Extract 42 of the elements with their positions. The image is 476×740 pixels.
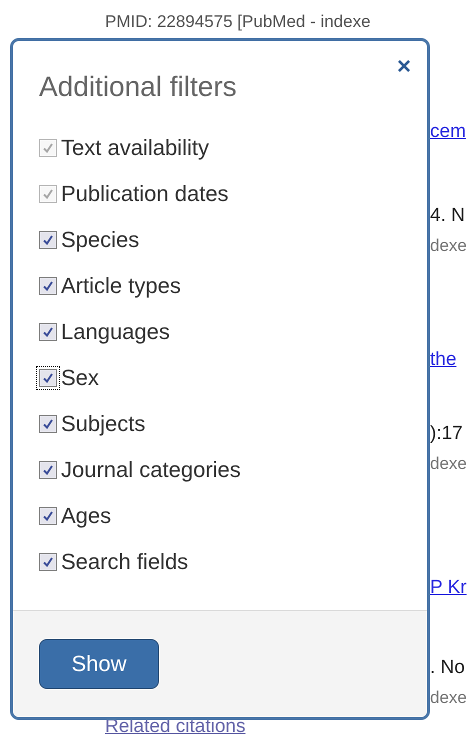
related-citations-link[interactable]: Related citations — [105, 716, 246, 738]
check-icon — [42, 234, 54, 246]
dialog-title: Additional filters — [39, 71, 238, 103]
checkbox[interactable] — [36, 458, 60, 482]
filter-label: Article types — [61, 273, 181, 299]
article-text: 4. N — [430, 204, 466, 228]
article-text: ):17 — [430, 422, 464, 446]
article-text: . No — [430, 656, 466, 680]
checkbox[interactable] — [36, 274, 60, 298]
article-link[interactable]: cem — [430, 120, 467, 144]
filter-label: Publication dates — [61, 181, 229, 207]
filter-label: Search fields — [61, 549, 188, 575]
article-link[interactable]: P Kr — [430, 576, 467, 600]
article-text: dexe — [430, 235, 467, 257]
check-icon — [42, 556, 54, 568]
filter-label: Journal categories — [61, 457, 241, 483]
close-button[interactable]: × — [396, 55, 411, 79]
checkbox[interactable] — [36, 366, 60, 390]
check-icon — [42, 510, 54, 522]
check-icon — [42, 326, 54, 338]
checkbox[interactable] — [36, 504, 60, 528]
filter-label: Subjects — [61, 411, 146, 437]
filter-label: Languages — [61, 319, 170, 345]
filter-label: Ages — [61, 503, 112, 529]
check-icon — [42, 372, 54, 384]
check-icon — [42, 464, 54, 476]
filter-label: Sex — [61, 365, 99, 391]
article-text: dexe — [430, 687, 467, 709]
article-link[interactable]: the — [430, 348, 467, 372]
filter-label: Text availability — [61, 135, 209, 161]
checkbox[interactable] — [36, 550, 60, 574]
show-button[interactable]: Show — [39, 639, 159, 689]
checkbox[interactable] — [36, 228, 60, 252]
filter-label: Species — [61, 227, 140, 253]
article-text: dexe — [430, 453, 467, 475]
check-icon — [42, 280, 54, 292]
checkbox[interactable] — [36, 320, 60, 344]
check-icon — [42, 142, 54, 154]
check-icon — [42, 418, 54, 430]
citation-text: PMID: 22894575 [PubMed - indexe — [105, 12, 371, 32]
check-icon — [42, 188, 54, 200]
checkbox[interactable] — [36, 412, 60, 436]
